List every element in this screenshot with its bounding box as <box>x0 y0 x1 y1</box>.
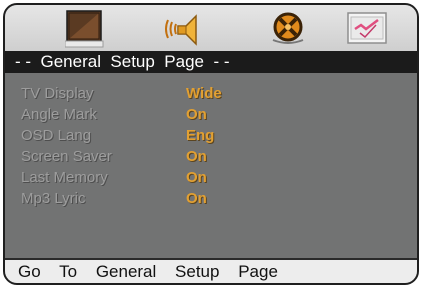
setting-value[interactable]: On <box>186 167 207 188</box>
setting-value[interactable]: On <box>186 104 207 125</box>
tab-general-setup[interactable] <box>63 9 107 49</box>
preference-checklist-icon <box>347 12 387 44</box>
setup-tab-bar <box>5 5 417 51</box>
setting-label: Mp3 Lyric <box>21 190 86 207</box>
status-word: To <box>59 262 78 281</box>
setting-row-tv-display[interactable]: TV Display Wide <box>5 83 417 104</box>
video-reel-icon <box>272 12 304 44</box>
setting-label: Angle Mark <box>21 106 97 123</box>
status-word: Go <box>18 262 41 281</box>
setting-value[interactable]: On <box>186 146 207 167</box>
setting-value[interactable]: Eng <box>186 125 214 146</box>
setting-row-osd-lang[interactable]: OSD Lang Eng <box>5 125 417 146</box>
setting-row-screen-saver[interactable]: Screen Saver On <box>5 146 417 167</box>
setting-value[interactable]: On <box>186 188 207 209</box>
setting-label: TV Display <box>21 85 94 102</box>
audio-speaker-icon <box>165 14 197 46</box>
general-setup-icon <box>65 10 104 48</box>
tab-preference-page[interactable] <box>345 9 389 49</box>
tab-video-setup[interactable] <box>266 9 310 49</box>
status-word: Page <box>238 262 278 281</box>
settings-list: TV Display Wide Angle Mark On OSD Lang E… <box>5 73 417 263</box>
setup-menu-window: - - General Setup Page - - TV Display Wi… <box>3 3 419 285</box>
setting-row-mp3-lyric[interactable]: Mp3 Lyric On <box>5 188 417 209</box>
status-word: Setup <box>175 262 220 281</box>
page-title: - - General Setup Page - - <box>5 51 417 73</box>
setting-value[interactable]: Wide <box>186 83 222 104</box>
setting-label: Screen Saver <box>21 148 112 165</box>
setting-label: Last Memory <box>21 169 108 186</box>
setting-row-angle-mark[interactable]: Angle Mark On <box>5 104 417 125</box>
status-bar: Go To General Setup Page <box>5 258 417 283</box>
status-word: General <box>95 262 157 281</box>
setting-label: OSD Lang <box>21 127 92 144</box>
setting-row-last-memory[interactable]: Last Memory On <box>5 167 417 188</box>
tab-audio-setup[interactable] <box>162 9 206 49</box>
